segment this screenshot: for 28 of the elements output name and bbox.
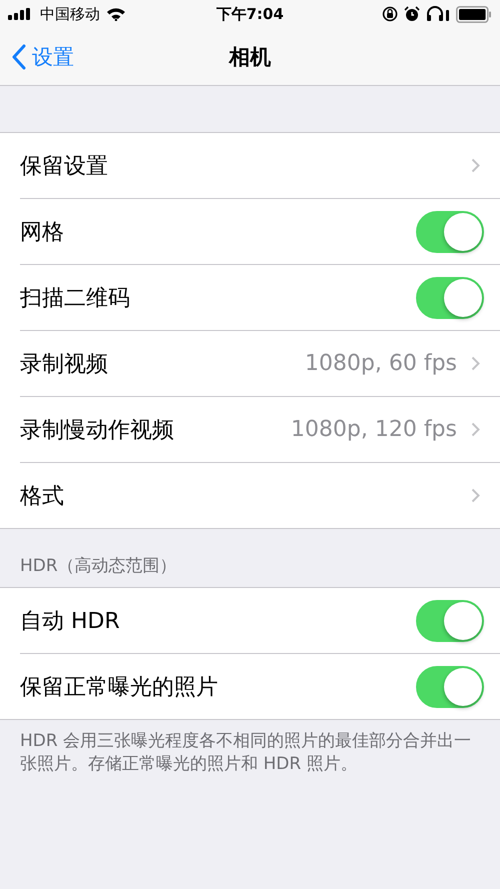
battery-icon bbox=[456, 6, 492, 22]
settings-row[interactable]: 录制视频 1080p, 60 fps bbox=[20, 331, 500, 397]
back-chevron-icon bbox=[12, 44, 26, 70]
toggle-switch[interactable] bbox=[416, 666, 484, 708]
alarm-icon bbox=[404, 6, 420, 22]
settings-row[interactable]: 格式 bbox=[20, 463, 500, 528]
setting-label: 自动 HDR bbox=[20, 608, 120, 636]
chevron-icon bbox=[471, 488, 480, 503]
toggle-switch[interactable] bbox=[416, 276, 484, 318]
status-time: 下午7:04 bbox=[216, 4, 284, 24]
toggle-switch[interactable] bbox=[416, 210, 484, 252]
chevron-icon bbox=[471, 356, 480, 371]
chevron-icon bbox=[471, 422, 480, 437]
wifi-icon bbox=[106, 7, 126, 21]
headphones-icon bbox=[426, 6, 450, 22]
settings-row[interactable]: 录制慢动作视频 1080p, 120 fps bbox=[20, 397, 500, 463]
section-footer: HDR 会用三张曝光程度各不相同的照片的最佳部分合并出一张照片。存储正常曝光的照片和 HDR 照片。 bbox=[20, 730, 480, 776]
settings-row[interactable]: 保留设置 bbox=[20, 133, 500, 199]
nav-title: 相机 bbox=[229, 44, 271, 70]
setting-label: 保留正常曝光的照片 bbox=[20, 674, 218, 702]
toggle-switch[interactable] bbox=[416, 600, 484, 642]
chevron-icon bbox=[471, 158, 480, 173]
rotation-lock-icon bbox=[382, 6, 398, 22]
carrier-name: 中国移动 bbox=[40, 4, 100, 24]
section-header: HDR（高动态范围） bbox=[20, 555, 177, 577]
setting-label: 扫描二维码 bbox=[20, 284, 130, 312]
back-button[interactable]: 设置 bbox=[0, 42, 74, 70]
setting-label: 网格 bbox=[20, 218, 64, 246]
